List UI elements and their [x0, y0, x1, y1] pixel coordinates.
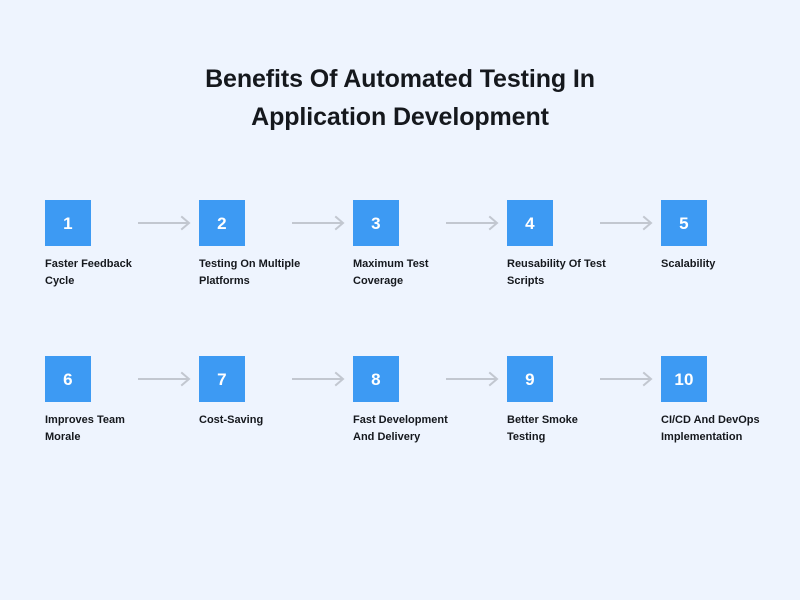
benefits-row-2: 6 Improves Team Morale 7 Cost-Saving 8 F… — [45, 356, 760, 476]
benefits-row-1: 1 Faster Feedback Cycle 2 Testing On Mul… — [45, 200, 757, 320]
benefit-step-2: 2 Testing On Multiple Platforms — [199, 200, 349, 290]
benefit-number-2: 2 — [217, 213, 227, 233]
benefit-label-2: Testing On Multiple Platforms — [199, 258, 301, 287]
benefit-number-1: 1 — [63, 213, 73, 233]
benefit-number-8: 8 — [371, 369, 381, 389]
benefit-number-box-4: 4 — [507, 200, 553, 246]
benefit-step-10: 10 CI/CD And DevOps Implementation — [661, 356, 800, 446]
arrow-right-icon — [600, 215, 658, 231]
benefit-number-box-6: 6 — [45, 356, 91, 402]
benefit-step-6: 6 Improves Team Morale — [45, 356, 195, 446]
benefit-step-3: 3 Maximum Test Coverage — [353, 200, 503, 290]
benefit-number-9: 9 — [525, 369, 535, 389]
benefit-number-box-3: 3 — [353, 200, 399, 246]
benefit-number-box-2: 2 — [199, 200, 245, 246]
benefit-number-box-9: 9 — [507, 356, 553, 402]
arrow-right-icon — [446, 371, 504, 387]
arrow-right-icon — [292, 371, 350, 387]
benefit-number-box-1: 1 — [45, 200, 91, 246]
arrow-right-icon — [292, 215, 350, 231]
benefit-number-box-5: 5 — [661, 200, 707, 246]
benefit-number-7: 7 — [217, 369, 227, 389]
benefit-number-5: 5 — [679, 213, 689, 233]
benefit-number-box-8: 8 — [353, 356, 399, 402]
benefit-label-1: Faster Feedback Cycle — [45, 258, 132, 287]
benefit-step-4: 4 Reusability Of Test Scripts — [507, 200, 657, 290]
arrow-right-icon — [138, 371, 196, 387]
arrow-right-icon — [600, 371, 658, 387]
benefit-label-6: Improves Team Morale — [45, 414, 125, 443]
benefit-number-6: 6 — [63, 369, 73, 389]
benefit-label-7: Cost-Saving — [199, 414, 264, 426]
benefit-step-8: 8 Fast Development And Delivery — [353, 356, 503, 446]
benefit-number-4: 4 — [525, 213, 535, 233]
benefit-step-1: 1 Faster Feedback Cycle — [45, 200, 195, 290]
page-title-line-2: Application Development — [251, 103, 549, 131]
benefit-label-10: CI/CD And DevOps Implementation — [661, 414, 760, 443]
benefit-step-9: 9 Better Smoke Testing — [507, 356, 657, 446]
benefit-number-3: 3 — [371, 213, 381, 233]
benefit-label-9: Better Smoke Testing — [507, 414, 578, 443]
benefit-label-5: Scalability — [661, 258, 716, 270]
benefit-number-box-7: 7 — [199, 356, 245, 402]
benefit-step-5: 5 Scalability — [661, 200, 800, 273]
benefit-number-box-10: 10 — [661, 356, 707, 402]
benefit-step-7: 7 Cost-Saving — [199, 356, 349, 429]
benefit-label-3: Maximum Test Coverage — [353, 258, 429, 287]
benefit-label-8: Fast Development And Delivery — [353, 414, 448, 443]
benefit-number-10: 10 — [674, 369, 694, 389]
page-title: Benefits Of Automated Testing In Applica… — [0, 60, 800, 136]
arrow-right-icon — [446, 215, 504, 231]
page-title-line-1: Benefits Of Automated Testing In — [205, 65, 595, 93]
infographic-canvas: Benefits Of Automated Testing In Applica… — [0, 0, 800, 600]
arrow-right-icon — [138, 215, 196, 231]
benefit-label-4: Reusability Of Test Scripts — [507, 258, 606, 287]
